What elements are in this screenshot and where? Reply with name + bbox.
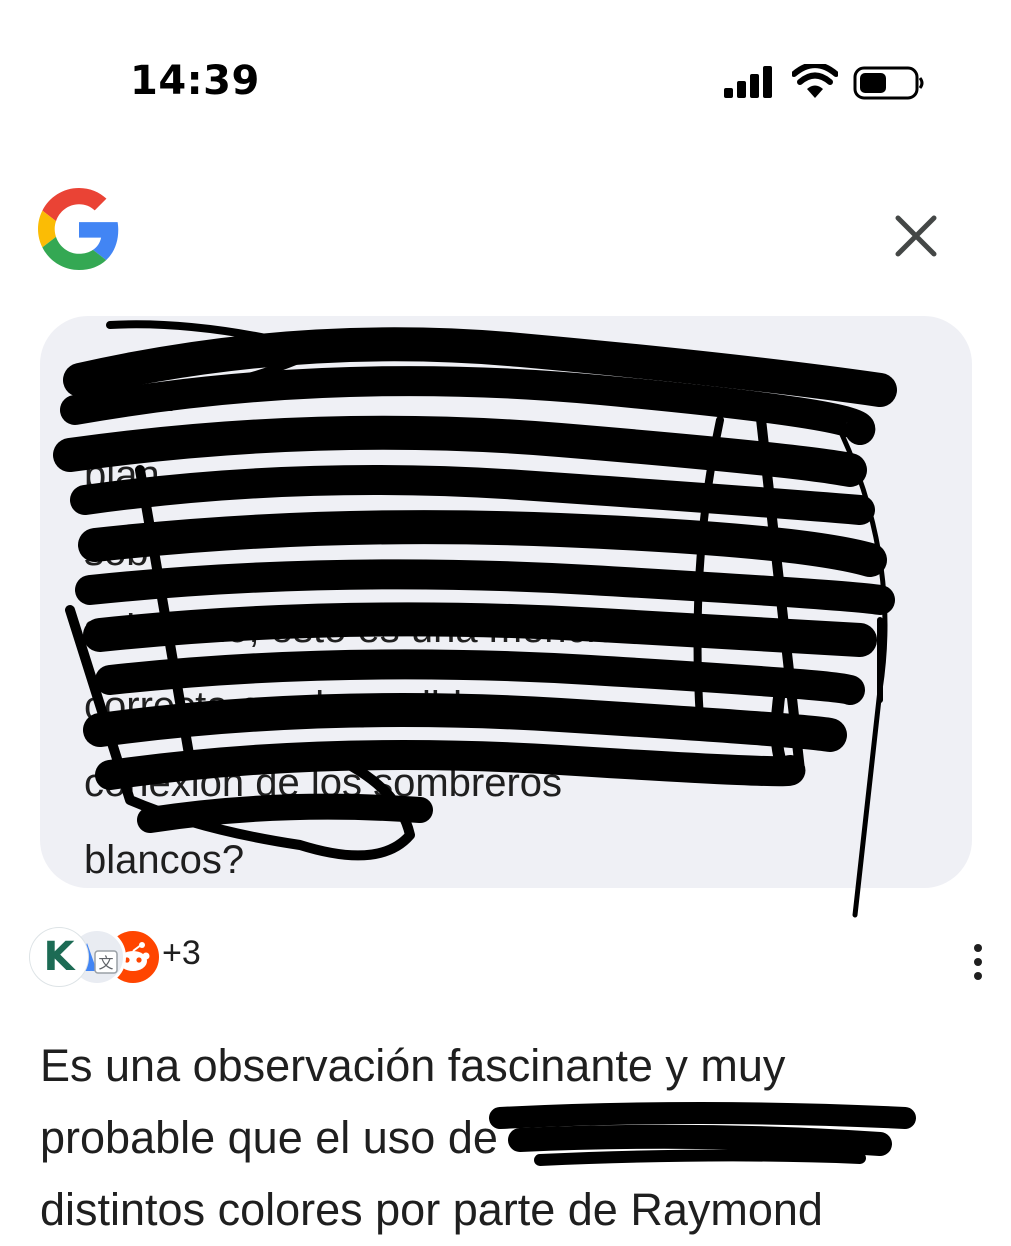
sources-row[interactable]: K 文 +3 bbox=[30, 926, 982, 986]
battery-icon bbox=[853, 66, 924, 100]
prompt-line: blancos? bbox=[84, 838, 245, 882]
svg-text:文: 文 bbox=[98, 954, 113, 972]
google-logo bbox=[38, 188, 119, 270]
prompt-line: sob bbox=[84, 530, 149, 574]
wifi-icon bbox=[792, 64, 838, 98]
answer-text: Es una observación fascinante y muy prob… bbox=[40, 1030, 980, 1246]
prompt-line: sobrecho, esto es una menció bbox=[84, 607, 618, 651]
prompt-line: En el bbox=[84, 376, 176, 420]
sources-count[interactable]: +3 bbox=[162, 934, 201, 973]
status-bar: 14:39 bbox=[0, 0, 1011, 170]
prompt-line: correcta con la posible bbox=[84, 684, 485, 728]
signal-icon bbox=[724, 66, 772, 98]
close-button[interactable] bbox=[890, 210, 942, 262]
prompt-line: blan bbox=[84, 453, 160, 497]
more-vert-icon[interactable] bbox=[958, 942, 998, 982]
prompt-bubble: En el blan sob sobrecho, esto es una men… bbox=[40, 316, 972, 888]
answer-line: probable que el uso de bbox=[40, 1112, 498, 1163]
answer-line: distintos colores por parte de Raymond bbox=[40, 1184, 823, 1235]
answer-line: Es una observación fascinante y muy bbox=[40, 1040, 786, 1091]
prompt-text: En el blan sob sobrecho, esto es una men… bbox=[84, 360, 884, 899]
close-icon bbox=[895, 215, 937, 257]
kaggle-icon: K bbox=[30, 928, 88, 986]
status-time: 14:39 bbox=[130, 58, 260, 104]
prompt-line: conexión de los sombreros bbox=[84, 761, 563, 805]
